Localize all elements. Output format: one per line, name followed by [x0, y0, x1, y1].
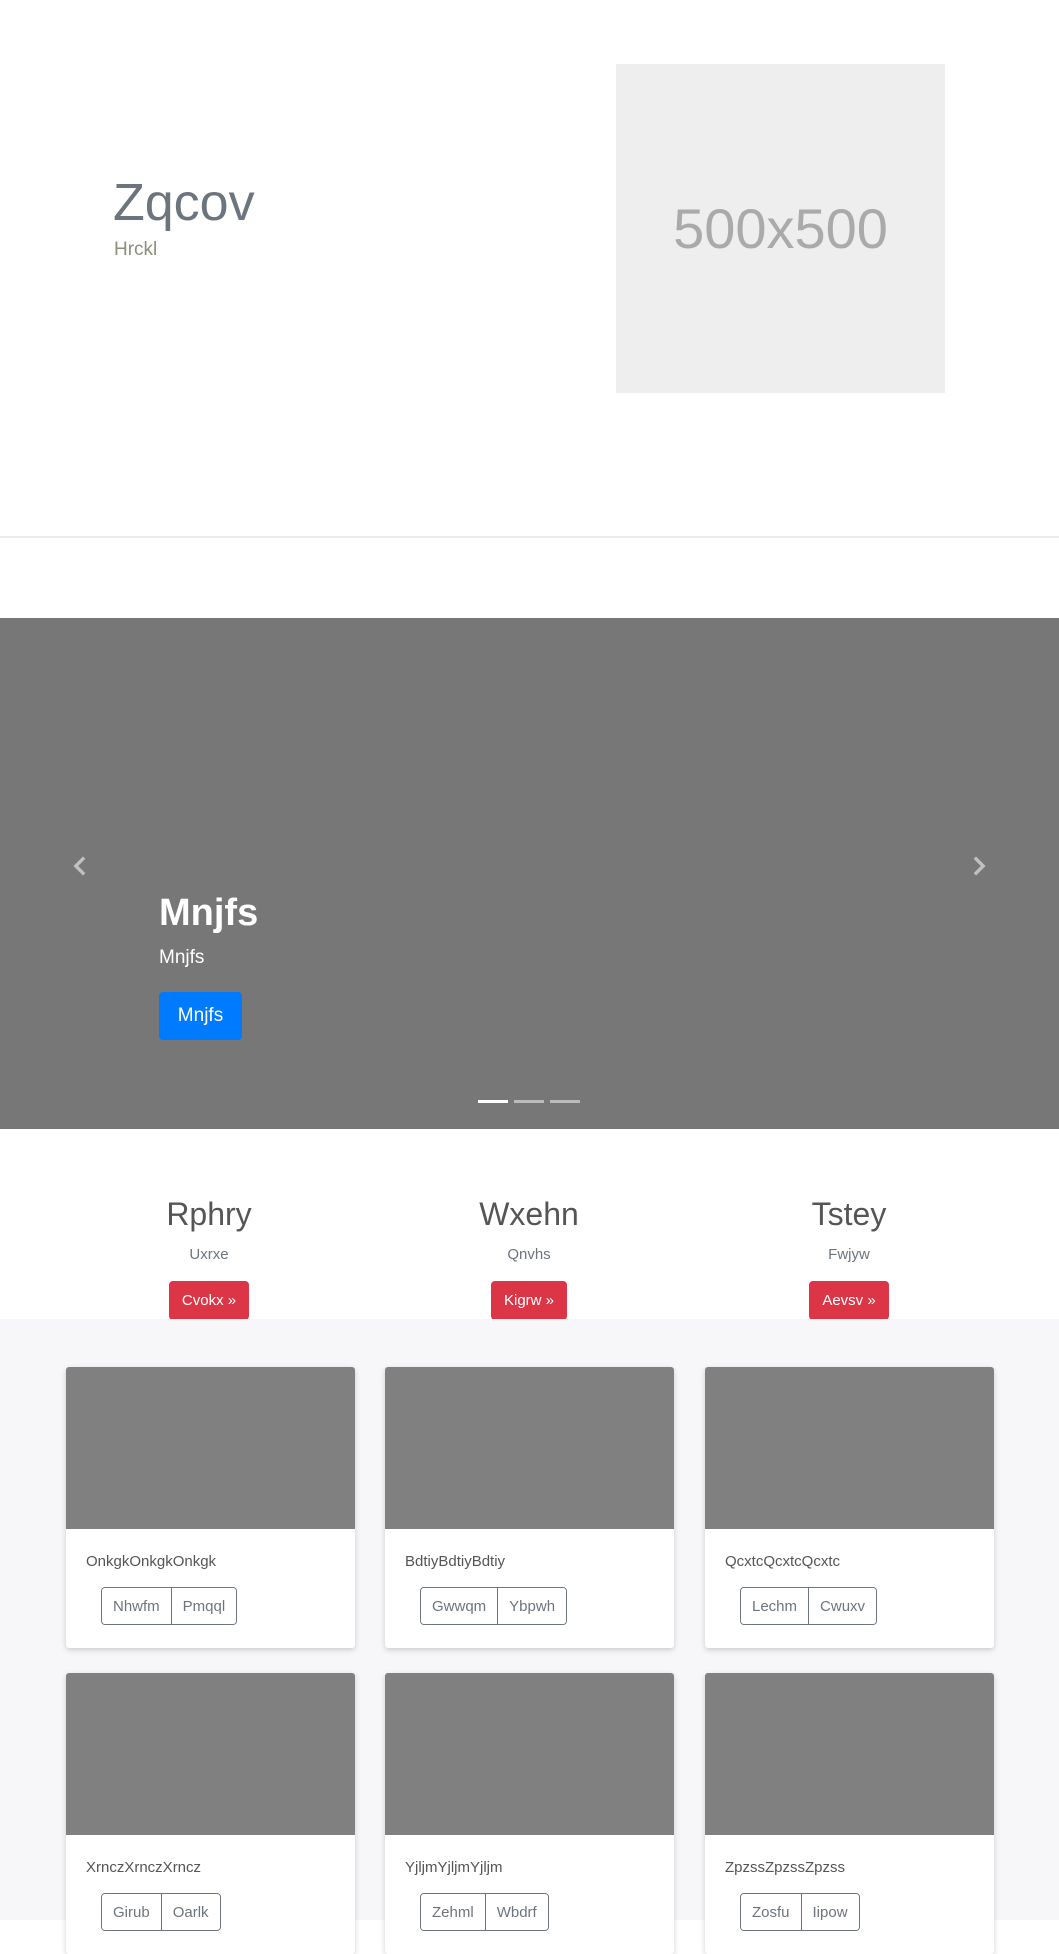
carousel-prev-button[interactable]	[60, 846, 100, 886]
carousel-indicators	[478, 1100, 580, 1103]
card-image	[705, 1367, 994, 1529]
feature-title: Rphry	[166, 1196, 252, 1232]
carousel-indicator[interactable]	[478, 1100, 508, 1103]
card-button[interactable]: Wbdrf	[484, 1894, 548, 1930]
carousel-title: Mnjfs	[159, 892, 259, 934]
features-section: Rphry Uxrxe Cvokx » Wxehn Qnvhs Kigrw » …	[0, 1129, 1059, 1320]
feature-column: Tstey Fwjyw Aevsv »	[689, 1129, 1009, 1320]
card-text: YjljmYjljmYjljm	[405, 1859, 503, 1876]
carousel: Mnjfs Mnjfs Mnjfs	[0, 618, 1059, 1129]
card-button[interactable]: Oarlk	[160, 1894, 220, 1930]
carousel-caption: Mnjfs Mnjfs Mnjfs	[159, 890, 258, 1040]
hero-subtitle: Hrckl	[114, 239, 158, 260]
card-button[interactable]: Zosfu	[741, 1894, 801, 1930]
section-divider	[0, 536, 1059, 538]
feature-text: Qnvhs	[507, 1246, 551, 1263]
card-image	[66, 1673, 355, 1835]
feature-column: Wxehn Qnvhs Kigrw »	[369, 1129, 689, 1320]
card: XrnczXrnczXrncz Girub Oarlk	[66, 1673, 355, 1954]
card-button-group: Nhwfm Pmqql	[101, 1587, 238, 1625]
card-button[interactable]: Pmqql	[170, 1588, 237, 1624]
card-text: BdtiyBdtiyBdtiy	[405, 1553, 506, 1570]
chevron-right-icon	[973, 856, 986, 876]
feature-button[interactable]: Kigrw »	[490, 1281, 568, 1320]
card-image	[385, 1673, 674, 1835]
card-button-group: Gwwqm Ybpwh	[420, 1587, 568, 1625]
card: OnkgkOnkgkOnkgk Nhwfm Pmqql	[66, 1367, 355, 1648]
card: BdtiyBdtiyBdtiy Gwwqm Ybpwh	[385, 1367, 674, 1648]
feature-title: Tstey	[811, 1196, 887, 1232]
feature-title: Wxehn	[479, 1196, 579, 1232]
carousel-indicator[interactable]	[514, 1100, 544, 1103]
card-text: ZpzssZpzssZpzss	[725, 1859, 846, 1876]
card-image	[66, 1367, 355, 1529]
feature-button[interactable]: Aevsv »	[809, 1281, 889, 1320]
card-text: OnkgkOnkgkOnkgk	[86, 1553, 217, 1570]
cards-section: OnkgkOnkgkOnkgk Nhwfm Pmqql BdtiyBdtiyBd…	[0, 1319, 1059, 1954]
card-button[interactable]: Nhwfm	[102, 1588, 171, 1624]
feature-button[interactable]: Cvokx »	[168, 1281, 250, 1320]
card-button[interactable]: Iipow	[800, 1894, 859, 1930]
hero-title: Zqcov	[113, 174, 255, 232]
card-text: QcxtcQcxtcQcxtc	[725, 1553, 841, 1570]
card-button-group: Zehml Wbdrf	[420, 1893, 549, 1931]
feature-column: Rphry Uxrxe Cvokx »	[49, 1129, 369, 1320]
card-button-group: Lechm Cwuxv	[740, 1587, 878, 1625]
card-button-group: Zosfu Iipow	[740, 1893, 860, 1931]
card-image	[705, 1673, 994, 1835]
feature-text: Fwjyw	[828, 1246, 870, 1263]
card-button[interactable]: Cwuxv	[808, 1588, 877, 1624]
carousel-text: Mnjfs	[159, 947, 205, 968]
feature-text: Uxrxe	[189, 1246, 229, 1263]
carousel-cta-button[interactable]: Mnjfs	[159, 992, 242, 1040]
hero-section: Zqcov Hrckl 500x500	[0, 0, 1059, 537]
card-button[interactable]: Gwwqm	[421, 1588, 498, 1624]
carousel-next-button[interactable]	[959, 846, 999, 886]
card-button[interactable]: Zehml	[421, 1894, 485, 1930]
card: YjljmYjljmYjljm Zehml Wbdrf	[385, 1673, 674, 1954]
chevron-left-icon	[73, 856, 86, 876]
card-text: XrnczXrnczXrncz	[86, 1859, 202, 1876]
carousel-indicator[interactable]	[550, 1100, 580, 1103]
card: QcxtcQcxtcQcxtc Lechm Cwuxv	[705, 1367, 994, 1648]
card-button[interactable]: Lechm	[741, 1588, 809, 1624]
hero-image-label: 500x500	[673, 197, 888, 260]
hero-image-placeholder: 500x500	[616, 64, 945, 393]
card-button-group: Girub Oarlk	[101, 1893, 221, 1931]
card: ZpzssZpzssZpzss Zosfu Iipow	[705, 1673, 994, 1954]
card-button[interactable]: Ybpwh	[497, 1588, 567, 1624]
card-image	[385, 1367, 674, 1529]
card-button[interactable]: Girub	[102, 1894, 161, 1930]
